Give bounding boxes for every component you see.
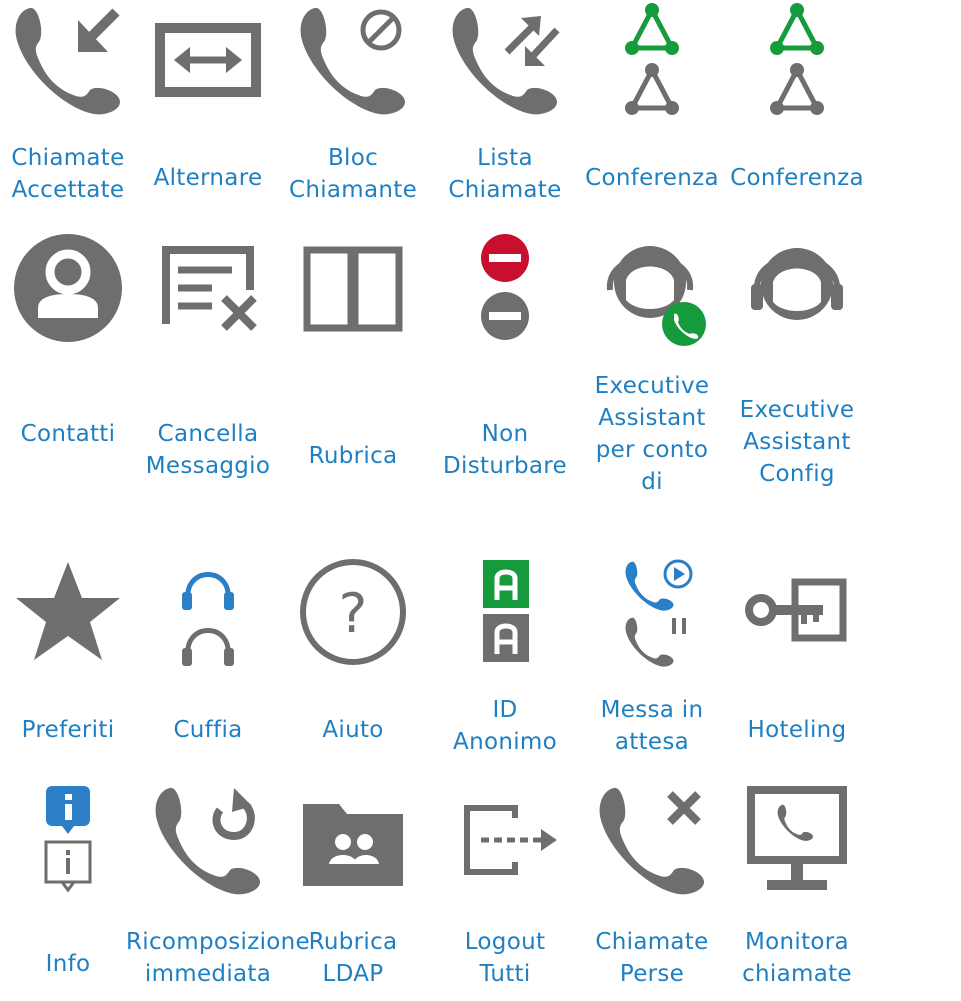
feature-label-line: Messa in xyxy=(600,697,704,723)
feature-label: Hoteling xyxy=(715,714,879,746)
feature-label: Monitora chiamate xyxy=(715,926,879,990)
feature-label: Ricomposizione immediata xyxy=(126,926,310,990)
anonymous-id-icon xyxy=(445,552,565,672)
feature-label-line: Logout xyxy=(464,929,546,955)
feature-label-line: Ricomposizione xyxy=(126,929,310,955)
feature-label: Executive Assistant Config xyxy=(715,394,879,490)
feature-label-line: Config xyxy=(759,461,835,487)
executive-assistant-icon xyxy=(737,228,857,348)
feature-label: Aiuto xyxy=(271,714,435,746)
feature-label-line: immediata xyxy=(144,961,272,987)
feature-label-line: Disturbare xyxy=(443,453,567,479)
key-icon xyxy=(737,552,857,672)
feature-label-line: per conto xyxy=(595,437,709,463)
feature-label-line: Chiamante xyxy=(288,177,418,203)
feature-label-line: Lista xyxy=(477,145,533,171)
feature-label: Alternare xyxy=(126,162,290,194)
feature-label-line: Conferenza xyxy=(585,165,719,191)
feature-label: Executive Assistant per conto di xyxy=(570,370,734,498)
swap-icon xyxy=(148,0,268,120)
feature-label-line: Assistant xyxy=(743,429,851,455)
feature-label: Conferenza xyxy=(570,162,734,194)
feature-label: ID Anonimo xyxy=(423,694,587,758)
feature-label-line: Rubrica xyxy=(308,929,398,955)
feature-label: Conferenza xyxy=(715,162,879,194)
feature-label-line: Cuffia xyxy=(173,717,243,743)
feature-icon-grid: Chiamate Accettate Alternare Bloc Chiamant… xyxy=(0,0,961,1001)
feature-label: Bloc Chiamante xyxy=(271,142,435,206)
feature-label: Logout Tutti xyxy=(423,926,587,990)
phonebook-icon xyxy=(293,228,413,348)
executive-assistant-call-icon xyxy=(592,228,712,348)
monitor-call-icon xyxy=(737,780,857,900)
feature-label: Rubrica xyxy=(271,440,435,472)
conference-icon xyxy=(737,0,857,120)
feature-label: Cancella Messaggio xyxy=(126,418,290,482)
feature-label: Rubrica LDAP xyxy=(271,926,435,990)
feature-label: Lista Chiamate xyxy=(423,142,587,206)
feature-label-line: Chiamate xyxy=(448,177,562,203)
call-list-icon xyxy=(445,0,565,120)
headset-icon xyxy=(148,552,268,672)
feature-label-line: Executive xyxy=(594,373,710,399)
feature-label-line: Assistant xyxy=(598,405,706,431)
help-icon: ? xyxy=(293,552,413,672)
feature-label: Messa in attesa xyxy=(570,694,734,758)
feature-label-line: Cancella xyxy=(157,421,259,447)
info-icon xyxy=(8,780,128,900)
feature-label-line: Alternare xyxy=(153,165,263,191)
feature-label-line: Messaggio xyxy=(145,453,271,479)
feature-label-line: Non xyxy=(481,421,529,447)
feature-label-line: Rubrica xyxy=(308,443,398,469)
feature-label-line: Hoteling xyxy=(747,717,847,743)
feature-label-line: Perse xyxy=(619,961,685,987)
feature-label-line: Aiuto xyxy=(322,717,384,743)
call-received-icon xyxy=(8,0,128,120)
do-not-disturb-icon xyxy=(445,228,565,348)
feature-label-line: Monitora xyxy=(745,929,849,955)
feature-label-line: Anonimo xyxy=(453,729,557,755)
contact-icon xyxy=(8,228,128,348)
feature-label-line: di xyxy=(641,469,663,495)
logout-icon xyxy=(445,780,565,900)
missed-call-icon xyxy=(592,780,712,900)
conference-active-icon xyxy=(592,0,712,120)
feature-label: Non Disturbare xyxy=(423,418,587,482)
feature-label: Cuffia xyxy=(126,714,290,746)
delete-message-icon xyxy=(148,228,268,348)
star-icon xyxy=(8,552,128,672)
feature-label-line: Conferenza xyxy=(730,165,864,191)
feature-label-line: ID xyxy=(492,697,518,723)
call-hold-icon xyxy=(592,552,712,672)
feature-label-line: Tutti xyxy=(479,961,531,987)
feature-label: Chiamate Perse xyxy=(570,926,734,990)
ldap-folder-icon xyxy=(293,780,413,900)
feature-label-line: Chiamate xyxy=(595,929,709,955)
feature-label-line: attesa xyxy=(614,729,690,755)
redial-icon xyxy=(148,780,268,900)
feature-label-line: Executive xyxy=(739,397,855,423)
feature-label-line: Bloc xyxy=(327,145,379,171)
svg-text:?: ? xyxy=(339,582,368,645)
call-block-icon xyxy=(293,0,413,120)
feature-label-line: chiamate xyxy=(742,961,852,987)
feature-label-line: LDAP xyxy=(322,961,384,987)
